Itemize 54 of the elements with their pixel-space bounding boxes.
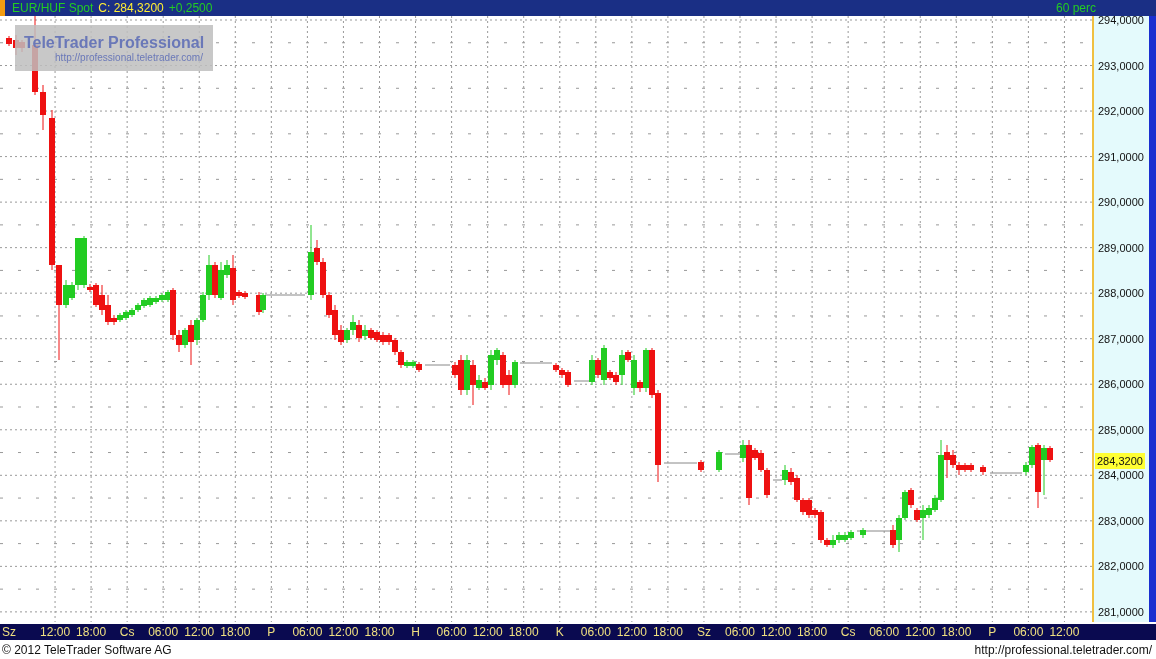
time-label: 06:00: [292, 625, 323, 639]
time-label: 18:00: [508, 625, 539, 639]
copyright-text: © 2012 TeleTrader Software AG: [2, 642, 172, 657]
time-label: 12:00: [472, 625, 503, 639]
time-label: 12:00: [761, 625, 792, 639]
header-marker: [0, 0, 5, 16]
price-label: 285,0000: [1098, 422, 1144, 438]
time-label: 12:00: [40, 625, 71, 639]
time-label: H: [411, 625, 420, 639]
time-label: 12:00: [1049, 625, 1080, 639]
interval-label: 60 perc: [1055, 1, 1096, 15]
time-label: 06:00: [1013, 625, 1044, 639]
price-label: 293,0000: [1098, 58, 1144, 74]
time-label: 06:00: [869, 625, 900, 639]
time-label: 06:00: [148, 625, 179, 639]
price-label: 287,0000: [1098, 331, 1144, 347]
time-label: Cs: [840, 625, 856, 639]
current-price-label: 284,3200: [1095, 452, 1145, 469]
price-label: 294,0000: [1098, 13, 1144, 28]
time-label: 12:00: [616, 625, 647, 639]
price-label: 292,0000: [1098, 104, 1144, 120]
time-label: 18:00: [220, 625, 251, 639]
price-label: 281,0000: [1098, 604, 1144, 620]
time-label: Sz: [2, 625, 16, 639]
price-label: 284,0000: [1098, 468, 1144, 484]
logo-title: TeleTrader Professional: [23, 33, 205, 52]
price-label: 291,0000: [1098, 149, 1144, 165]
time-label: 18:00: [941, 625, 972, 639]
time-label: K: [555, 625, 564, 639]
time-label: 12:00: [328, 625, 359, 639]
close-price: C: 284,3200: [98, 1, 164, 15]
time-label: 06:00: [580, 625, 611, 639]
time-label: Cs: [119, 625, 135, 639]
time-label: 12:00: [184, 625, 215, 639]
price-change: +0,2500: [168, 1, 213, 15]
logo-url: http://professional.teletrader.com/: [55, 51, 203, 63]
price-label: 288,0000: [1098, 286, 1144, 302]
time-label: P: [988, 625, 997, 639]
time-label: 06:00: [725, 625, 755, 639]
time-label: 06:00: [436, 625, 467, 639]
time-label: P: [267, 625, 276, 639]
time-label: 18:00: [364, 625, 395, 639]
price-label: 286,0000: [1098, 377, 1144, 393]
price-label: 290,0000: [1098, 195, 1144, 211]
price-label: 282,0000: [1098, 559, 1144, 575]
time-label: Sz: [696, 625, 711, 639]
time-label: 18:00: [797, 625, 828, 639]
price-label: 283,0000: [1098, 513, 1144, 529]
time-label: 12:00: [905, 625, 936, 639]
footer-url: http://professional.teletrader.com/: [974, 642, 1152, 657]
time-label: 18:00: [652, 625, 683, 639]
instrument-name: EUR/HUF Spot: [12, 1, 94, 15]
price-label: 289,0000: [1098, 240, 1144, 256]
time-label: 18:00: [76, 625, 107, 639]
